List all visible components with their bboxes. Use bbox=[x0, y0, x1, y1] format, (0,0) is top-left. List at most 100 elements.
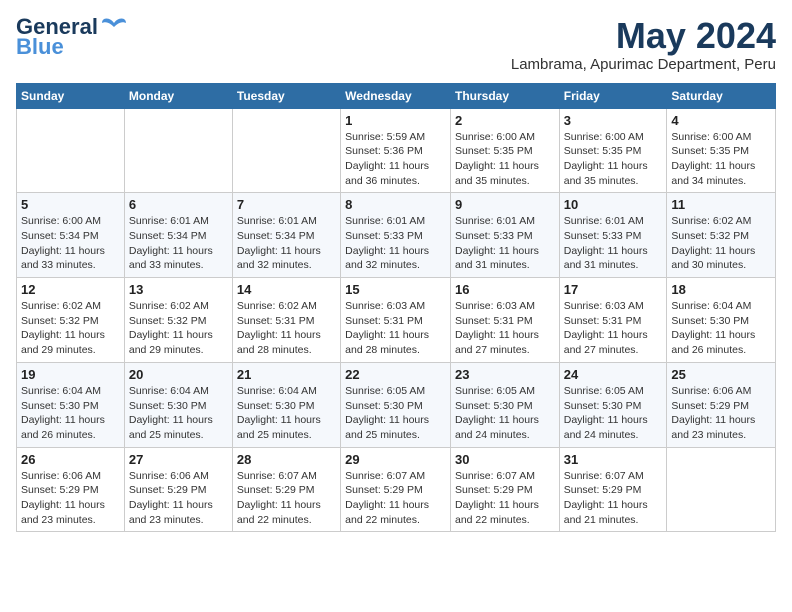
day-number: 6 bbox=[129, 197, 228, 212]
calendar-cell: 18Sunrise: 6:04 AM Sunset: 5:30 PM Dayli… bbox=[667, 278, 776, 363]
day-info: Sunrise: 6:02 AM Sunset: 5:32 PM Dayligh… bbox=[21, 299, 120, 358]
calendar-cell: 31Sunrise: 6:07 AM Sunset: 5:29 PM Dayli… bbox=[559, 447, 667, 532]
calendar-cell: 12 Sunrise: 6:02 AM Sunset: 5:32 PM Dayli… bbox=[17, 278, 125, 363]
calendar-cell: 8Sunrise: 6:01 AM Sunset: 5:33 PM Daylig… bbox=[341, 193, 451, 278]
calendar-cell: 27 Sunrise: 6:06 AM Sunset: 5:29 PM Dayli… bbox=[124, 447, 232, 532]
day-info: Sunrise: 6:00 AM Sunset: 5:35 PM Dayligh… bbox=[564, 130, 663, 189]
day-info: Sunrise: 6:01 AM Sunset: 5:33 PM Dayligh… bbox=[455, 214, 555, 273]
day-info: Sunrise: 6:06 AM Sunset: 5:29 PM Dayligh… bbox=[671, 384, 771, 443]
calendar-cell: 15Sunrise: 6:03 AM Sunset: 5:31 PM Dayli… bbox=[341, 278, 451, 363]
calendar-week-row: 26 Sunrise: 6:06 AM Sunset: 5:29 PM Dayli… bbox=[17, 447, 776, 532]
day-number: 3 bbox=[564, 113, 663, 128]
day-number: 2 bbox=[455, 113, 555, 128]
logo-bird-icon bbox=[100, 15, 128, 35]
calendar-cell bbox=[667, 447, 776, 532]
day-number: 24 bbox=[564, 367, 663, 382]
calendar-cell: 20Sunrise: 6:04 AM Sunset: 5:30 PM Dayli… bbox=[124, 362, 232, 447]
calendar-week-row: 1Sunrise: 5:59 AM Sunset: 5:36 PM Daylig… bbox=[17, 108, 776, 193]
day-number: 13 bbox=[129, 282, 228, 297]
day-number: 23 bbox=[455, 367, 555, 382]
calendar-cell: 1Sunrise: 5:59 AM Sunset: 5:36 PM Daylig… bbox=[341, 108, 451, 193]
day-info: Sunrise: 6:04 AM Sunset: 5:30 PM Dayligh… bbox=[237, 384, 336, 443]
day-info: Sunrise: 6:01 AM Sunset: 5:34 PM Dayligh… bbox=[237, 214, 336, 273]
day-number: 31 bbox=[564, 452, 663, 467]
day-info: Sunrise: 6:03 AM Sunset: 5:31 PM Dayligh… bbox=[455, 299, 555, 358]
day-info: Sunrise: 6:04 AM Sunset: 5:30 PM Dayligh… bbox=[21, 384, 120, 443]
day-number: 12 bbox=[21, 282, 120, 297]
day-info: Sunrise: 6:05 AM Sunset: 5:30 PM Dayligh… bbox=[455, 384, 555, 443]
day-number: 22 bbox=[345, 367, 446, 382]
day-number: 4 bbox=[671, 113, 771, 128]
day-number: 14 bbox=[237, 282, 336, 297]
calendar-cell: 23 Sunrise: 6:05 AM Sunset: 5:30 PM Dayli… bbox=[450, 362, 559, 447]
header-day: Monday bbox=[124, 83, 232, 108]
day-info: Sunrise: 6:00 AM Sunset: 5:35 PM Dayligh… bbox=[455, 130, 555, 189]
calendar-cell: 5 Sunrise: 6:00 AM Sunset: 5:34 PM Daylig… bbox=[17, 193, 125, 278]
day-number: 11 bbox=[671, 197, 771, 212]
calendar-header: SundayMondayTuesdayWednesdayThursdayFrid… bbox=[17, 83, 776, 108]
calendar-cell: 21 Sunrise: 6:04 AM Sunset: 5:30 PM Dayli… bbox=[232, 362, 340, 447]
day-number: 28 bbox=[237, 452, 336, 467]
day-number: 9 bbox=[455, 197, 555, 212]
calendar-week-row: 19 Sunrise: 6:04 AM Sunset: 5:30 PM Dayli… bbox=[17, 362, 776, 447]
calendar-cell: 25 Sunrise: 6:06 AM Sunset: 5:29 PM Dayli… bbox=[667, 362, 776, 447]
calendar-cell: 4 Sunrise: 6:00 AM Sunset: 5:35 PM Daylig… bbox=[667, 108, 776, 193]
day-number: 25 bbox=[671, 367, 771, 382]
calendar-cell: 10 Sunrise: 6:01 AM Sunset: 5:33 PM Dayli… bbox=[559, 193, 667, 278]
calendar-cell bbox=[124, 108, 232, 193]
logo-blue-text: Blue bbox=[16, 36, 64, 58]
day-number: 1 bbox=[345, 113, 446, 128]
day-info: Sunrise: 6:06 AM Sunset: 5:29 PM Dayligh… bbox=[129, 469, 228, 528]
day-number: 30 bbox=[455, 452, 555, 467]
calendar-cell: 7 Sunrise: 6:01 AM Sunset: 5:34 PM Daylig… bbox=[232, 193, 340, 278]
calendar-cell: 9 Sunrise: 6:01 AM Sunset: 5:33 PM Daylig… bbox=[450, 193, 559, 278]
calendar-cell: 2 Sunrise: 6:00 AM Sunset: 5:35 PM Daylig… bbox=[450, 108, 559, 193]
day-number: 29 bbox=[345, 452, 446, 467]
day-number: 10 bbox=[564, 197, 663, 212]
page-header: General Blue May 2024 Lambrama, Apurimac… bbox=[16, 16, 776, 73]
day-info: Sunrise: 6:02 AM Sunset: 5:32 PM Dayligh… bbox=[671, 214, 771, 273]
day-number: 21 bbox=[237, 367, 336, 382]
day-info: Sunrise: 6:07 AM Sunset: 5:29 PM Dayligh… bbox=[455, 469, 555, 528]
calendar-cell: 16 Sunrise: 6:03 AM Sunset: 5:31 PM Dayli… bbox=[450, 278, 559, 363]
day-info: Sunrise: 6:01 AM Sunset: 5:34 PM Dayligh… bbox=[129, 214, 228, 273]
day-number: 7 bbox=[237, 197, 336, 212]
month-title: May 2024 bbox=[511, 16, 776, 56]
day-number: 5 bbox=[21, 197, 120, 212]
calendar-cell: 14Sunrise: 6:02 AM Sunset: 5:31 PM Dayli… bbox=[232, 278, 340, 363]
day-info: Sunrise: 6:01 AM Sunset: 5:33 PM Dayligh… bbox=[564, 214, 663, 273]
header-day: Tuesday bbox=[232, 83, 340, 108]
day-info: Sunrise: 6:00 AM Sunset: 5:34 PM Dayligh… bbox=[21, 214, 120, 273]
calendar-cell: 28Sunrise: 6:07 AM Sunset: 5:29 PM Dayli… bbox=[232, 447, 340, 532]
header-day: Thursday bbox=[450, 83, 559, 108]
day-info: Sunrise: 6:05 AM Sunset: 5:30 PM Dayligh… bbox=[564, 384, 663, 443]
day-number: 20 bbox=[129, 367, 228, 382]
calendar-cell: 22 Sunrise: 6:05 AM Sunset: 5:30 PM Dayli… bbox=[341, 362, 451, 447]
day-number: 18 bbox=[671, 282, 771, 297]
day-number: 27 bbox=[129, 452, 228, 467]
day-info: Sunrise: 6:05 AM Sunset: 5:30 PM Dayligh… bbox=[345, 384, 446, 443]
day-info: Sunrise: 6:02 AM Sunset: 5:32 PM Dayligh… bbox=[129, 299, 228, 358]
day-number: 17 bbox=[564, 282, 663, 297]
title-block: May 2024 Lambrama, Apurimac Department, … bbox=[511, 16, 776, 73]
day-info: Sunrise: 6:03 AM Sunset: 5:31 PM Dayligh… bbox=[345, 299, 446, 358]
day-info: Sunrise: 6:01 AM Sunset: 5:33 PM Dayligh… bbox=[345, 214, 446, 273]
calendar-cell: 13 Sunrise: 6:02 AM Sunset: 5:32 PM Dayli… bbox=[124, 278, 232, 363]
day-info: Sunrise: 6:07 AM Sunset: 5:29 PM Dayligh… bbox=[345, 469, 446, 528]
location-title: Lambrama, Apurimac Department, Peru bbox=[511, 56, 776, 73]
header-day: Friday bbox=[559, 83, 667, 108]
calendar-cell: 6 Sunrise: 6:01 AM Sunset: 5:34 PM Daylig… bbox=[124, 193, 232, 278]
calendar-cell: 29 Sunrise: 6:07 AM Sunset: 5:29 PM Dayli… bbox=[341, 447, 451, 532]
calendar-cell: 24 Sunrise: 6:05 AM Sunset: 5:30 PM Dayli… bbox=[559, 362, 667, 447]
day-info: Sunrise: 6:03 AM Sunset: 5:31 PM Dayligh… bbox=[564, 299, 663, 358]
header-day: Wednesday bbox=[341, 83, 451, 108]
calendar-week-row: 5 Sunrise: 6:00 AM Sunset: 5:34 PM Daylig… bbox=[17, 193, 776, 278]
day-info: Sunrise: 6:00 AM Sunset: 5:35 PM Dayligh… bbox=[671, 130, 771, 189]
day-number: 19 bbox=[21, 367, 120, 382]
header-row: SundayMondayTuesdayWednesdayThursdayFrid… bbox=[17, 83, 776, 108]
calendar-cell: 19 Sunrise: 6:04 AM Sunset: 5:30 PM Dayli… bbox=[17, 362, 125, 447]
day-number: 16 bbox=[455, 282, 555, 297]
calendar-cell: 17 Sunrise: 6:03 AM Sunset: 5:31 PM Dayli… bbox=[559, 278, 667, 363]
header-day: Saturday bbox=[667, 83, 776, 108]
day-number: 26 bbox=[21, 452, 120, 467]
